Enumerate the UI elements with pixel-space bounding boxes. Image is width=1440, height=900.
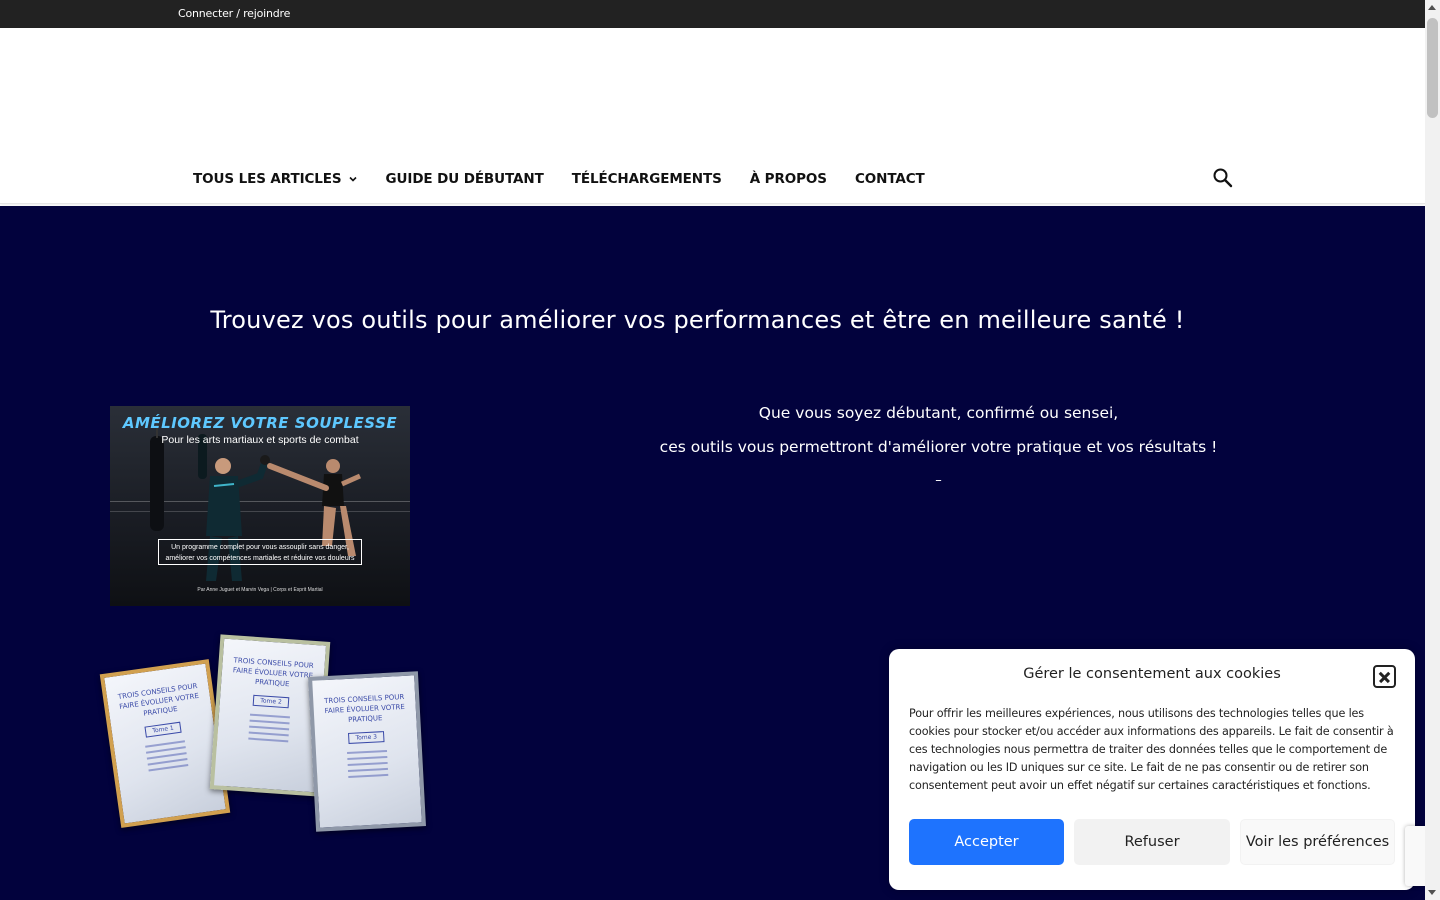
product-title: AMÉLIOREZ VOTRE SOUPLESSE — [122, 414, 398, 432]
nav-item-label: TÉLÉCHARGEMENTS — [571, 171, 722, 187]
page-scrollbar[interactable] — [1425, 0, 1440, 900]
three-tips-books-image[interactable]: TROIS CONSEILS POUR FAIRE ÉVOLUER VOTRE … — [99, 634, 426, 836]
cookie-consent-banner: Gérer le consentement aux cookies Pour o… — [889, 649, 1415, 890]
intro-line: Que vous soyez débutant, confirmé ou sen… — [758, 404, 1119, 422]
search-icon[interactable] — [1211, 166, 1235, 190]
accept-button[interactable]: Accepter — [909, 819, 1064, 865]
nav-item-downloads[interactable]: TÉLÉCHARGEMENTS — [558, 164, 736, 194]
book-text-lines — [217, 711, 321, 744]
book-tome: Tome 1 — [144, 721, 182, 738]
recaptcha-badge[interactable] — [1405, 826, 1425, 886]
refuse-button[interactable]: Refuser — [1074, 819, 1230, 865]
intro-dash: – — [935, 473, 942, 488]
book-cover-tome-1: TROIS CONSEILS POUR FAIRE ÉVOLUER VOTRE … — [99, 659, 231, 828]
chevron-down-icon — [348, 176, 357, 182]
intro-text: Que vous soyez débutant, confirmé ou sen… — [640, 403, 1237, 488]
product-description-line: améliorer vos compétences martiales et r… — [165, 555, 355, 562]
nav-item-label: TOUS LES ARTICLES — [193, 171, 342, 187]
nav-item-label: À PROPOS — [749, 171, 827, 187]
book-title: TROIS CONSEILS POUR FAIRE ÉVOLUER VOTRE … — [323, 692, 406, 724]
site-header: TOUS LES ARTICLES GUIDE DU DÉBUTANT TÉLÉ… — [0, 28, 1425, 204]
scrollbar-thumb[interactable] — [1427, 18, 1438, 118]
nav-item-label: CONTACT — [854, 171, 925, 187]
product-description-line: Un programme complet pour vous assouplir… — [171, 544, 349, 551]
product-subtitle: Pour les arts martiaux et sports de comb… — [161, 434, 359, 446]
book-cover-tome-3: TROIS CONSEILS POUR FAIRE ÉVOLUER VOTRE … — [308, 671, 426, 832]
flexibility-program-image[interactable]: AMÉLIOREZ VOTRE SOUPLESSE Pour les arts … — [110, 406, 410, 606]
scroll-down-arrow-icon[interactable] — [1428, 890, 1436, 895]
scroll-up-arrow-icon[interactable] — [1428, 5, 1436, 10]
login-link[interactable]: Connecter / rejoindre — [178, 7, 290, 20]
nav-item-about[interactable]: À PROPOS — [736, 164, 841, 194]
hero-title: Trouvez vos outils pour améliorer vos pe… — [210, 306, 1185, 334]
cookie-title: Gérer le consentement aux cookies — [1023, 666, 1281, 682]
book-text-lines — [114, 736, 219, 776]
nav-item-label: GUIDE DU DÉBUTANT — [385, 171, 544, 187]
book-tome: Tome 3 — [348, 731, 385, 744]
nav-item-beginner-guide[interactable]: GUIDE DU DÉBUTANT — [372, 164, 558, 194]
book-text-lines — [316, 748, 419, 779]
book-tome: Tome 2 — [252, 694, 290, 709]
close-icon[interactable] — [1373, 665, 1396, 688]
cookie-text: Pour offrir les meilleures expériences, … — [909, 707, 1394, 792]
main-nav: TOUS LES ARTICLES GUIDE DU DÉBUTANT TÉLÉ… — [179, 164, 939, 194]
top-bar: Connecter / rejoindre — [0, 0, 1425, 28]
nav-item-contact[interactable]: CONTACT — [841, 164, 939, 194]
nav-item-all-articles[interactable]: TOUS LES ARTICLES — [179, 164, 372, 194]
book-title: TROIS CONSEILS POUR FAIRE ÉVOLUER VOTRE … — [117, 681, 200, 718]
product-authors: Par Anne Juguet et Marvin Vega | Corps e… — [197, 587, 323, 593]
view-preferences-button[interactable]: Voir les préférences — [1240, 819, 1395, 865]
intro-line: ces outils vous permettront d'améliorer … — [659, 438, 1218, 456]
product-description-box: Un programme complet pour vous assouplir… — [158, 539, 362, 565]
